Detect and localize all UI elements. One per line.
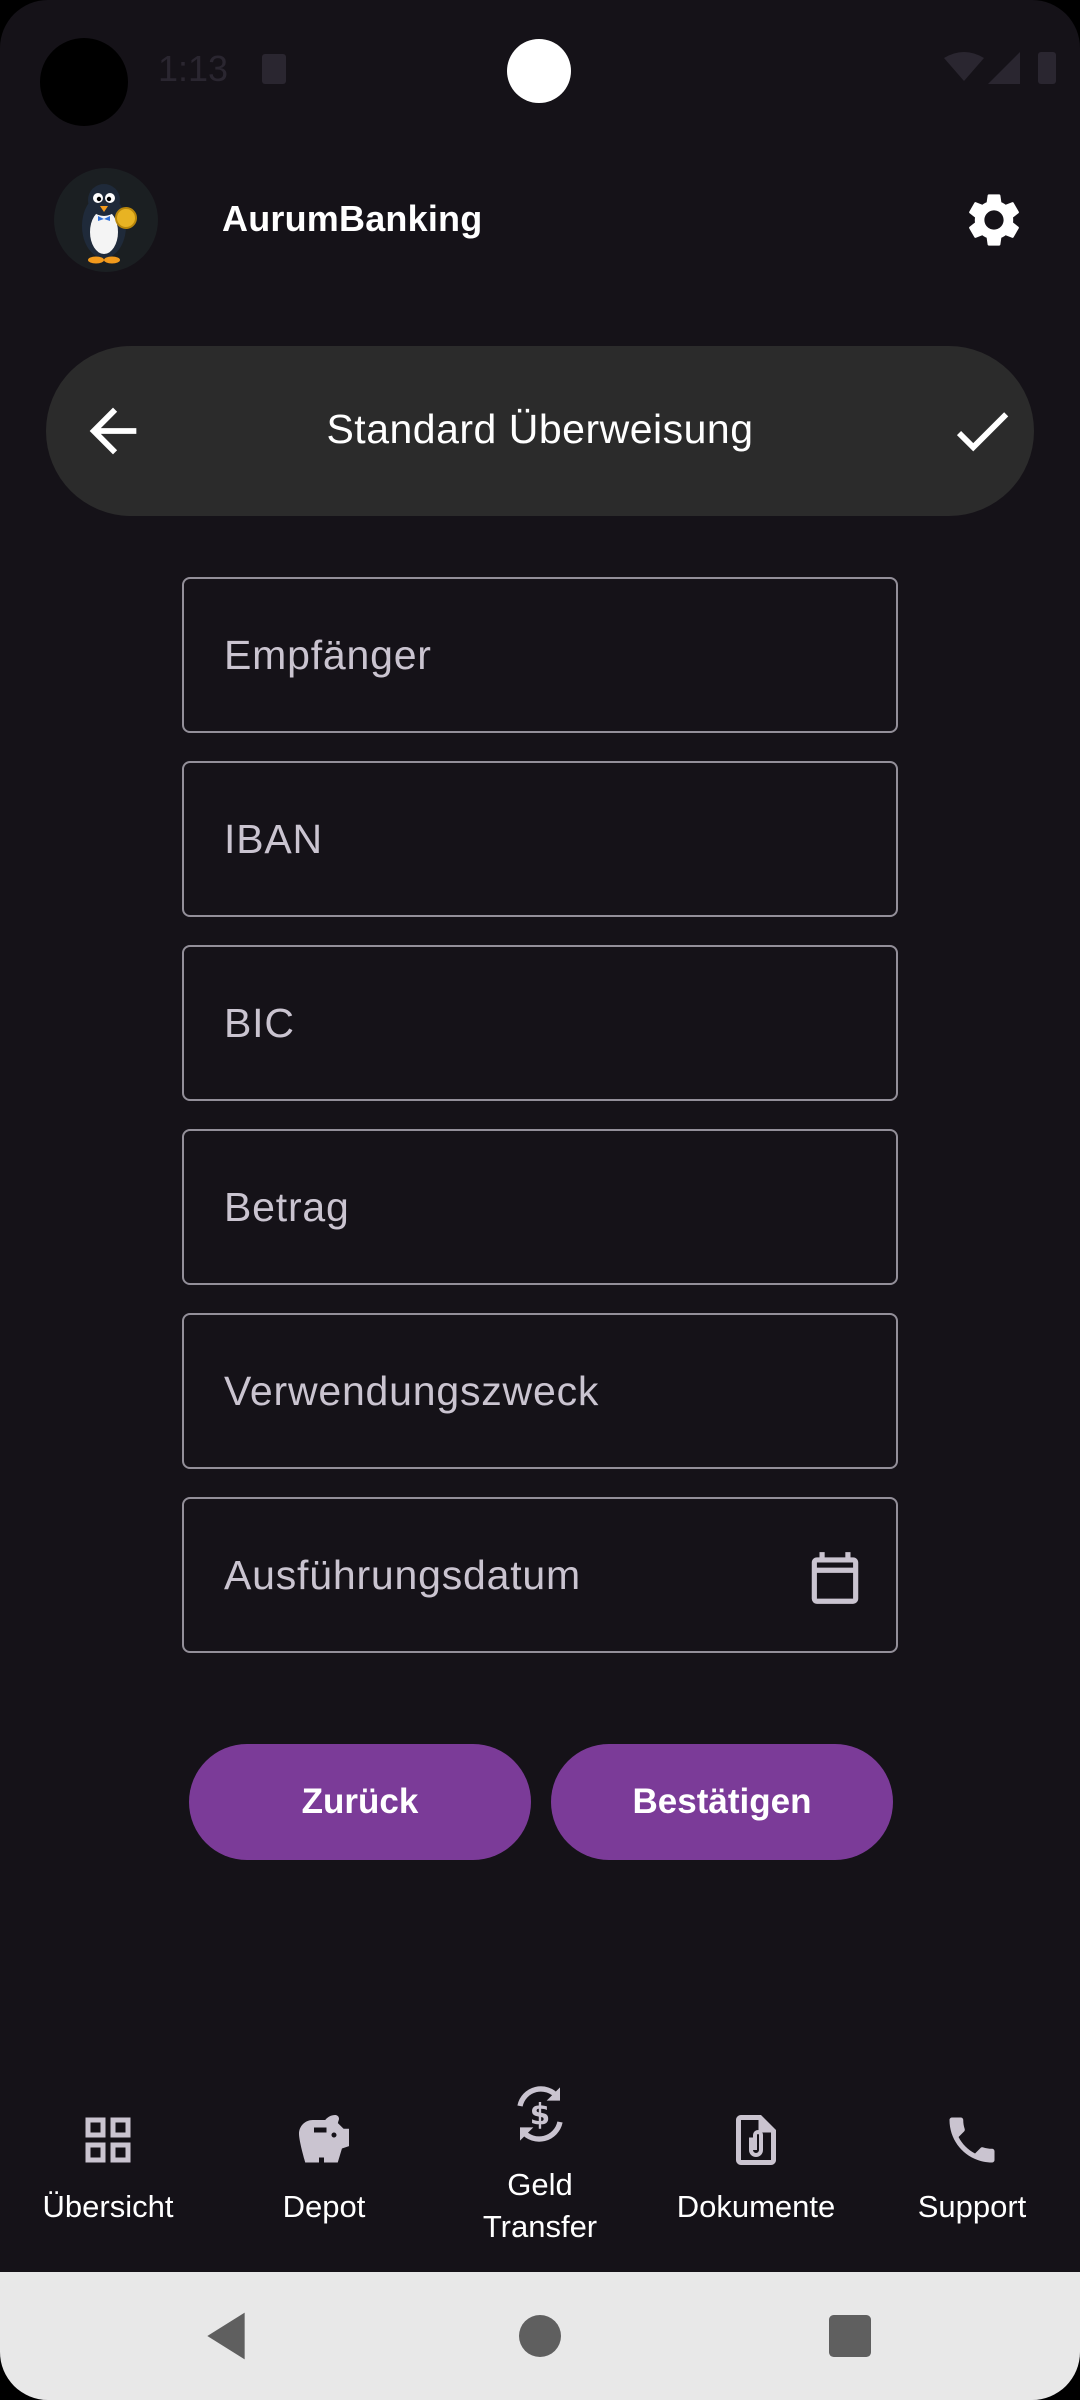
wifi-icon bbox=[944, 52, 984, 81]
status-bar: 1:13 bbox=[0, 0, 1080, 140]
back-action-button[interactable]: Zurück bbox=[189, 1744, 531, 1860]
sim-card-icon bbox=[262, 54, 286, 84]
piggy-bank-icon bbox=[299, 2115, 349, 2163]
app-screen: 1:13 AurumBanking Standard Überweisung E… bbox=[0, 0, 1080, 2400]
phone-icon bbox=[949, 2117, 995, 2163]
confirm-action-button[interactable]: Bestätigen bbox=[551, 1744, 893, 1860]
front-camera bbox=[507, 39, 571, 103]
system-navigation-bar bbox=[0, 2272, 1080, 2400]
amount-input[interactable] bbox=[184, 1131, 896, 1283]
grid-icon bbox=[85, 2117, 131, 2163]
nav-item-depot[interactable]: Depot bbox=[216, 2060, 432, 2272]
check-icon bbox=[956, 412, 1009, 452]
system-home-icon[interactable] bbox=[512, 2308, 568, 2364]
bottom-navigation: Übersicht Depot $ Geld Transfer Dokument… bbox=[0, 2060, 1080, 2272]
signal-icon bbox=[988, 52, 1020, 84]
toolbar-title: Standard Überweisung bbox=[326, 406, 754, 452]
nav-label-documents: Dokumente bbox=[676, 2189, 836, 2224]
iban-input[interactable] bbox=[184, 763, 896, 915]
amount-field[interactable] bbox=[182, 1129, 898, 1285]
recipient-field[interactable] bbox=[182, 577, 898, 733]
status-time: 1:13 bbox=[158, 48, 229, 89]
system-back-icon[interactable] bbox=[198, 2308, 254, 2364]
date-picker-button[interactable] bbox=[804, 1547, 866, 1609]
gear-icon bbox=[969, 194, 1019, 246]
nav-item-overview[interactable]: Übersicht bbox=[0, 2060, 216, 2272]
transfer-toolbar: Standard Überweisung bbox=[46, 346, 1034, 516]
camera-cutout bbox=[40, 38, 128, 126]
svg-text:$: $ bbox=[530, 2098, 550, 2132]
app-title: AurumBanking bbox=[222, 198, 483, 239]
paperclip-document-icon bbox=[736, 2115, 776, 2165]
nav-item-support[interactable]: Support bbox=[864, 2060, 1080, 2272]
app-header: AurumBanking bbox=[0, 160, 1080, 280]
nav-label-money-transfer-line1: Geld bbox=[507, 2167, 573, 2202]
recipient-input[interactable] bbox=[184, 579, 896, 731]
penguin-logo-icon bbox=[54, 168, 158, 272]
execution-date-input[interactable] bbox=[184, 1499, 896, 1651]
purpose-input[interactable] bbox=[184, 1315, 896, 1467]
calendar-icon bbox=[811, 1552, 859, 1604]
nav-label-money-transfer-line2: Transfer bbox=[482, 2209, 598, 2244]
bic-field[interactable] bbox=[182, 945, 898, 1101]
confirm-check-button[interactable] bbox=[947, 396, 1017, 466]
battery-icon bbox=[1038, 52, 1056, 84]
nav-label-support: Support bbox=[917, 2189, 1027, 2224]
money-transfer-icon: $ bbox=[517, 2086, 563, 2142]
system-recents-icon[interactable] bbox=[822, 2308, 878, 2364]
iban-field[interactable] bbox=[182, 761, 898, 917]
bic-input[interactable] bbox=[184, 947, 896, 1099]
nav-label-overview: Übersicht bbox=[42, 2189, 174, 2224]
nav-label-depot: Depot bbox=[282, 2189, 366, 2224]
nav-item-money-transfer[interactable]: $ Geld Transfer bbox=[432, 2060, 648, 2272]
execution-date-field[interactable] bbox=[182, 1497, 898, 1653]
settings-button[interactable] bbox=[962, 188, 1026, 252]
purpose-field[interactable] bbox=[182, 1313, 898, 1469]
nav-item-documents[interactable]: Dokumente bbox=[648, 2060, 864, 2272]
